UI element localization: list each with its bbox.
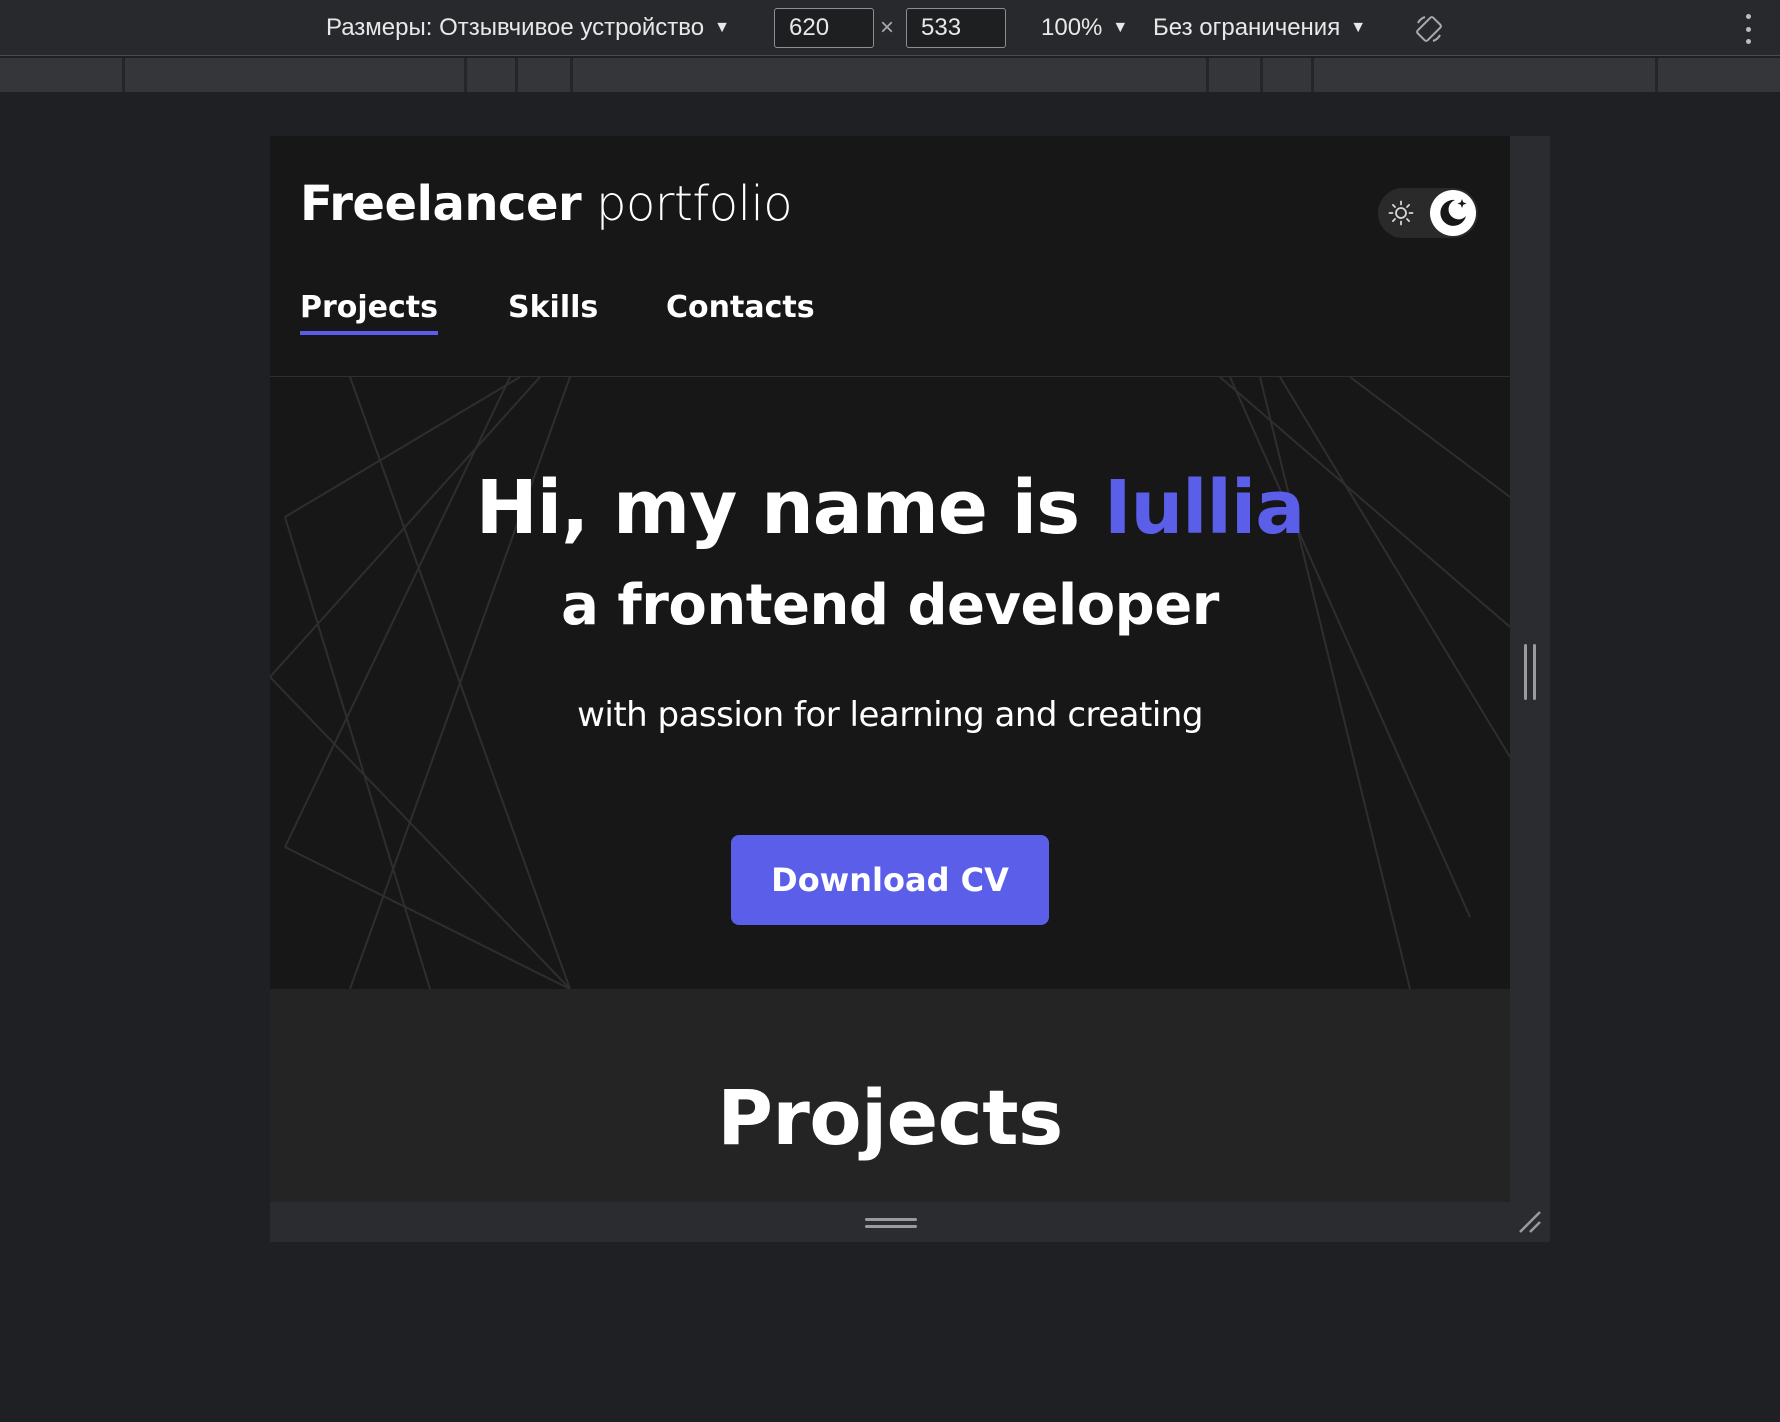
download-cv-button[interactable]: Download CV bbox=[731, 835, 1049, 925]
nav-skills[interactable]: Skills bbox=[508, 290, 598, 331]
throttling-dropdown[interactable]: Без ограничения ▼ bbox=[1153, 0, 1366, 56]
portfolio-page: Freelancer portfolio Projects Skills Con… bbox=[270, 136, 1510, 1202]
device-viewport: Freelancer portfolio Projects Skills Con… bbox=[270, 136, 1550, 1242]
zoom-label: 100% bbox=[1041, 14, 1103, 41]
theme-toggle-knob bbox=[1430, 190, 1476, 236]
moon-icon bbox=[1440, 199, 1467, 226]
resize-width-handle[interactable] bbox=[1524, 644, 1536, 700]
chevron-down-icon: ▼ bbox=[1350, 19, 1367, 36]
media-query-bar[interactable] bbox=[0, 58, 1780, 92]
hero-section: Hi, my name is Iullia a frontend develop… bbox=[270, 377, 1510, 989]
hero-tagline: with passion for learning and creating bbox=[577, 695, 1203, 735]
dimensions-label: Размеры: Отзывчивое устройство bbox=[326, 14, 705, 41]
rotate-icon[interactable] bbox=[1414, 14, 1444, 44]
nav-contacts[interactable]: Contacts bbox=[666, 290, 815, 331]
logo-bold: Freelancer bbox=[300, 176, 582, 232]
dimensions-dropdown[interactable]: Размеры: Отзывчивое устройство ▼ bbox=[326, 0, 730, 56]
nav-projects[interactable]: Projects bbox=[300, 290, 439, 335]
times-separator: × bbox=[880, 14, 895, 41]
resize-corner-icon[interactable] bbox=[1516, 1208, 1544, 1236]
site-logo[interactable]: Freelancer portfolio bbox=[300, 176, 793, 232]
hero-greeting: Hi, my name is bbox=[475, 465, 1080, 551]
theme-toggle[interactable] bbox=[1378, 188, 1478, 238]
width-input[interactable]: 620 bbox=[774, 8, 874, 48]
hero-role: a frontend developer bbox=[561, 573, 1219, 638]
chevron-down-icon: ▼ bbox=[714, 19, 730, 36]
sun-icon bbox=[1388, 200, 1414, 226]
chevron-down-icon: ▼ bbox=[1112, 19, 1129, 36]
hero-name: Iullia bbox=[1103, 465, 1305, 551]
hero-title: Hi, my name is Iullia bbox=[270, 465, 1510, 551]
projects-section: Projects bbox=[270, 989, 1510, 1202]
projects-heading: Projects bbox=[717, 1073, 1063, 1162]
resize-height-handle[interactable] bbox=[865, 1218, 917, 1230]
zoom-dropdown[interactable]: 100% ▼ bbox=[1041, 0, 1128, 56]
height-input[interactable]: 533 bbox=[906, 8, 1006, 48]
more-vertical-icon[interactable] bbox=[1742, 14, 1754, 44]
device-toolbar: Размеры: Отзывчивое устройство ▼ 620 × 5… bbox=[0, 0, 1780, 56]
logo-light: portfolio bbox=[595, 176, 793, 232]
throttling-label: Без ограничения bbox=[1153, 14, 1341, 41]
